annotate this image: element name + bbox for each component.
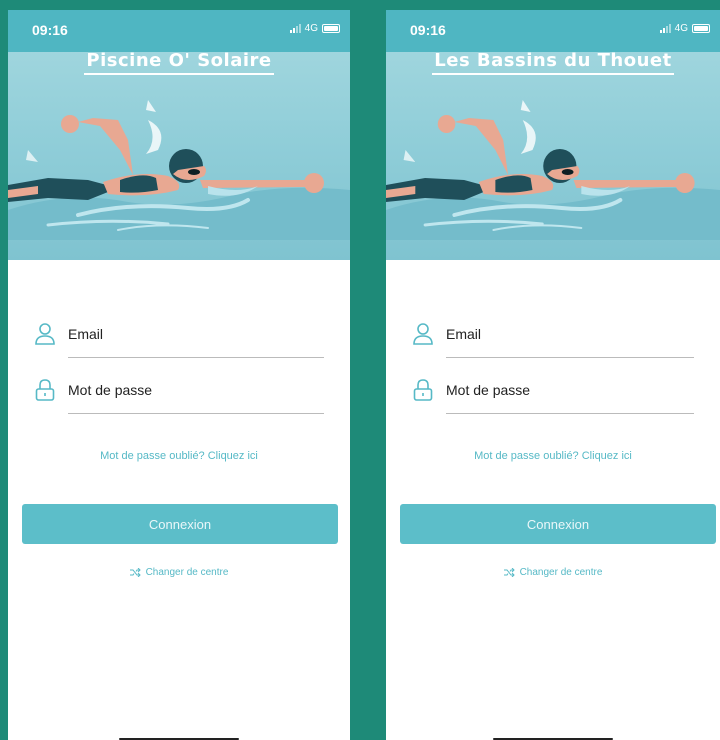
- network-label: 4G: [674, 23, 688, 34]
- lock-icon: [413, 379, 433, 401]
- battery-icon: [322, 24, 340, 33]
- shuffle-icon: [503, 568, 515, 577]
- center-name-title: Piscine O' Solaire: [8, 50, 350, 75]
- signal-icon: [289, 24, 301, 33]
- status-bar: 09:16 4G: [386, 10, 720, 52]
- status-time: 09:16: [32, 22, 68, 38]
- login-button[interactable]: Connexion: [22, 504, 338, 544]
- switch-center-link[interactable]: Changer de centre: [386, 567, 720, 578]
- switch-center-label: Changer de centre: [519, 567, 603, 578]
- phone-screen-left: 09:16 4G Piscine O' Solaire Email Mot de…: [8, 10, 350, 740]
- forgot-password-link[interactable]: Mot de passe oublié? Cliquez ici: [386, 450, 720, 462]
- switch-center-link[interactable]: Changer de centre: [8, 567, 350, 578]
- user-icon: [35, 323, 55, 345]
- status-indicators: 4G: [289, 23, 340, 34]
- user-icon: [413, 323, 433, 345]
- email-underline: [68, 357, 324, 358]
- email-label: Email: [68, 326, 104, 342]
- email-field[interactable]: Email: [34, 310, 324, 358]
- battery-icon: [692, 24, 710, 33]
- password-field[interactable]: Mot de passe: [412, 366, 694, 414]
- center-name-text: Piscine O' Solaire: [84, 50, 274, 75]
- status-bar: 09:16 4G: [8, 10, 350, 52]
- center-name-text: Les Bassins du Thouet: [432, 50, 674, 75]
- login-button[interactable]: Connexion: [400, 504, 716, 544]
- phone-screen-right: 09:16 4G Les Bassins du Thouet Email Mot…: [386, 10, 720, 740]
- network-label: 4G: [304, 23, 318, 34]
- password-field[interactable]: Mot de passe: [34, 366, 324, 414]
- shuffle-icon: [129, 568, 141, 577]
- center-name-title: Les Bassins du Thouet: [386, 50, 720, 75]
- email-field[interactable]: Email: [412, 310, 694, 358]
- email-label: Email: [446, 326, 482, 342]
- signal-icon: [659, 24, 671, 33]
- switch-center-label: Changer de centre: [145, 567, 229, 578]
- email-underline: [446, 357, 694, 358]
- status-time: 09:16: [410, 22, 446, 38]
- lock-icon: [35, 379, 55, 401]
- forgot-password-link[interactable]: Mot de passe oublié? Cliquez ici: [8, 450, 350, 462]
- swimmer-illustration: [8, 100, 350, 240]
- status-indicators: 4G: [659, 23, 710, 34]
- swimmer-illustration: [386, 100, 720, 240]
- password-label: Mot de passe: [68, 382, 153, 398]
- password-underline: [446, 413, 694, 414]
- password-label: Mot de passe: [446, 382, 531, 398]
- password-underline: [68, 413, 324, 414]
